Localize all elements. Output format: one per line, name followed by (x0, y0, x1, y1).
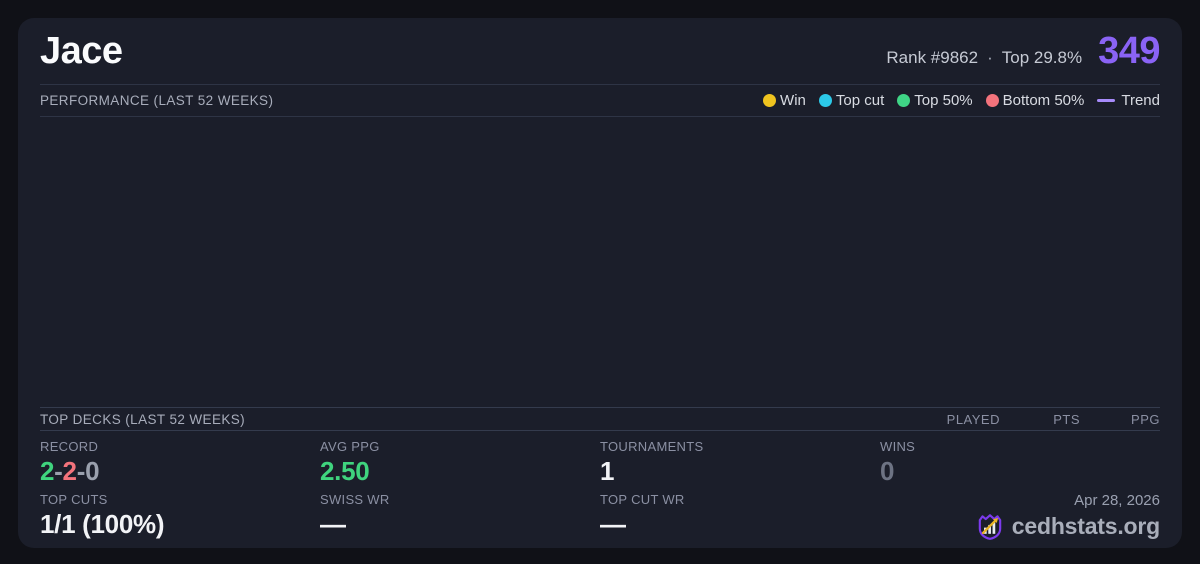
score-value: 349 (1098, 29, 1160, 72)
win-dot-icon (763, 94, 777, 107)
top-percent: Top 29.8% (1001, 47, 1083, 67)
record-sep: - (54, 456, 63, 486)
stat-record-value: 2-2-0 (40, 458, 320, 484)
stat-tournaments-label: TOURNAMENTS (600, 439, 704, 454)
stats-grid: RECORD 2-2-0 AVG PPG 2.50 TOURNAMENTS 1 … (40, 431, 1160, 548)
top-decks-header: TOP DECKS (LAST 52 WEEKS) PLAYED PTS PPG (40, 407, 1160, 431)
stats-card: Jace Rank #9862 · Top 29.8% 349 PERFORMANC… (18, 18, 1182, 548)
cedhstats-logo-icon (978, 514, 1002, 540)
record-wins: 2 (40, 456, 55, 486)
brand-name: cedhstats.org (1011, 512, 1160, 539)
record-draws: 0 (85, 456, 100, 486)
page-title: Jace (40, 29, 123, 72)
top-50-dot-icon (897, 94, 911, 107)
stat-top-cut-wr-label: TOP CUT WR (600, 492, 685, 507)
stat-record-label: RECORD (40, 439, 99, 454)
legend-label-bottom-50: Bottom 50% (1002, 92, 1085, 109)
legend-item-bottom-50[interactable]: Bottom 50% (985, 92, 1085, 109)
rank-number: Rank #9862 (886, 47, 979, 67)
performance-chart (40, 117, 1160, 407)
stat-top-cut-wr: TOP CUT WR — (600, 492, 880, 542)
stat-tournaments: TOURNAMENTS 1 (600, 439, 880, 489)
stat-swiss-wr-value: — (320, 509, 346, 539)
card-header: Jace Rank #9862 · Top 29.8% 349 (40, 18, 1160, 85)
performance-section-title: PERFORMANCE (LAST 52 WEEKS) (40, 93, 274, 108)
column-pts: PTS (1053, 411, 1080, 427)
legend-item-win[interactable]: Win (763, 92, 806, 109)
record-sep: - (76, 456, 86, 486)
header-right: Rank #9862 · Top 29.8% 349 (886, 30, 1160, 73)
stat-avg-ppg-label: AVG PPG (320, 439, 380, 454)
stat-top-cuts: TOP CUTS 1/1 (100%) (40, 492, 320, 542)
stat-wins-value: 0 (880, 456, 895, 486)
legend-label-top-50: Top 50% (914, 92, 973, 109)
legend-item-top-cut[interactable]: Top cut (818, 92, 885, 109)
stat-avg-ppg-value: 2.50 (320, 456, 370, 486)
column-played: PLAYED (946, 411, 1000, 427)
card-footer: Apr 28, 2026 cedhstats.org (880, 492, 1160, 542)
record-losses: 2 (62, 456, 77, 486)
chart-legend: Win Top cut Top 50% Bottom 50% Trend (763, 92, 1160, 109)
legend-item-trend[interactable]: Trend (1097, 92, 1160, 109)
stat-wins: WINS 0 (880, 439, 1160, 489)
stat-top-cut-wr-value: — (600, 509, 626, 539)
stat-top-cuts-label: TOP CUTS (40, 492, 108, 507)
rank-text: Rank #9862 · Top 29.8% (886, 48, 1082, 68)
stat-avg-ppg: AVG PPG 2.50 (320, 439, 600, 489)
stat-wins-label: WINS (880, 439, 916, 454)
top-cut-dot-icon (818, 94, 832, 107)
stat-tournaments-value: 1 (600, 456, 615, 486)
column-ppg: PPG (1131, 411, 1160, 427)
deck-table-columns: PLAYED PTS PPG (920, 412, 1160, 427)
top-decks-section-title: TOP DECKS (LAST 52 WEEKS) (40, 411, 246, 427)
stat-record: RECORD 2-2-0 (40, 439, 320, 489)
bottom-50-dot-icon (985, 94, 999, 107)
brand-link[interactable]: cedhstats.org (975, 511, 1160, 541)
stat-swiss-wr: SWISS WR — (320, 492, 600, 542)
trend-line-icon (1097, 99, 1116, 102)
legend-label-top-cut: Top cut (835, 92, 885, 109)
rank-separator: · (987, 47, 993, 67)
performance-header: PERFORMANCE (LAST 52 WEEKS) Win Top cut … (40, 85, 1160, 117)
legend-label-win: Win (780, 92, 806, 109)
legend-item-top-50[interactable]: Top 50% (897, 92, 973, 109)
stat-top-cuts-value: 1/1 (100%) (40, 509, 165, 539)
stat-swiss-wr-label: SWISS WR (320, 492, 390, 507)
legend-label-trend: Trend (1121, 92, 1160, 109)
report-date: Apr 28, 2026 (1074, 492, 1160, 509)
